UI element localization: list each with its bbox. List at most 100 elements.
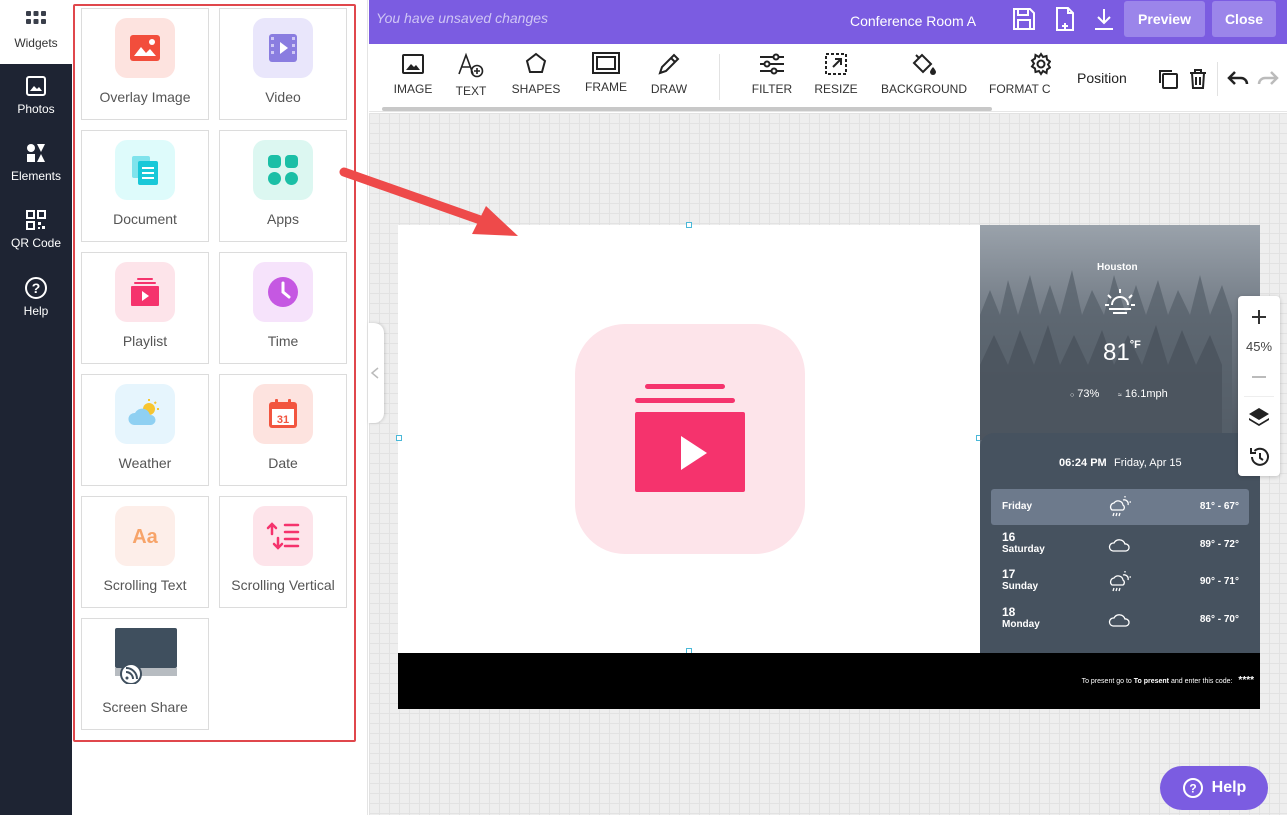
collapse-panel-handle[interactable] — [368, 323, 384, 423]
widget-label: Apps — [267, 211, 299, 227]
left-nav: Widgets Photos Elements QR Code ? Help — [0, 0, 72, 815]
tool-background[interactable]: BACKGROUND — [879, 52, 969, 96]
video-icon — [253, 18, 313, 78]
nav-item-widgets[interactable]: Widgets — [0, 0, 72, 64]
weather-background: Houston 81°F ○ 73% ≈ 16.1mph — [980, 225, 1260, 440]
save-as-icon[interactable] — [1052, 6, 1078, 32]
widget-label: Playlist — [122, 333, 168, 349]
selection-handle[interactable] — [396, 435, 402, 441]
svg-text:Aa: Aa — [132, 526, 158, 548]
selection-handle[interactable] — [686, 222, 692, 228]
current-date: Friday, Apr 15 — [1114, 457, 1182, 469]
image-icon — [402, 54, 424, 74]
widget-label: Scrolling Vertical — [231, 577, 335, 593]
tool-resize[interactable]: RESIZE — [813, 52, 859, 96]
layers-icon[interactable] — [1238, 406, 1280, 428]
widget-apps[interactable]: Apps — [219, 130, 347, 242]
tool-frame[interactable]: FRAME — [583, 52, 629, 94]
toolbar-scrollbar[interactable] — [382, 107, 992, 111]
paint-bucket-icon — [912, 53, 936, 75]
help-button[interactable]: ? Help — [1160, 766, 1268, 810]
grid-icon — [26, 11, 46, 24]
widget-scrolling-text[interactable]: Aa Scrolling Text — [81, 496, 209, 608]
preview-button[interactable]: Preview — [1124, 1, 1205, 37]
tool-label: DRAW — [650, 82, 688, 96]
forecast-row: 17 Sunday 90° - 71° — [991, 564, 1249, 600]
add-text-icon — [458, 52, 484, 78]
toolbar: IMAGE TEXT SHAPES FRAME DRAW FILTER RESI… — [369, 44, 1287, 112]
widget-document[interactable]: Document — [81, 130, 209, 242]
zoom-out-icon[interactable] — [1238, 368, 1280, 386]
forecast-date: 16 — [1002, 530, 1016, 544]
clock-icon — [253, 262, 313, 322]
screen-share-icon — [115, 628, 177, 684]
trash-icon[interactable] — [1188, 68, 1208, 90]
tool-format[interactable]: FORMAT C — [989, 52, 1051, 96]
nav-item-elements[interactable]: Elements — [0, 133, 72, 197]
weather-wind: ≈ 16.1mph — [1118, 388, 1168, 400]
widget-label: Scrolling Text — [103, 577, 187, 593]
screen-name[interactable]: Conference Room A — [850, 13, 976, 29]
weather-widget[interactable]: Houston 81°F ○ 73% ≈ 16.1mph 06:24 PM Fr… — [980, 225, 1260, 653]
widget-playlist[interactable]: Playlist — [81, 252, 209, 364]
forecast-date: 18 — [1002, 605, 1016, 619]
shapes-icon — [525, 52, 547, 73]
close-button[interactable]: Close — [1212, 1, 1276, 37]
forecast-card: 06:24 PM Friday, Apr 15 Friday 81° - 67°… — [980, 433, 1260, 653]
humidity-value: 73% — [1077, 388, 1100, 400]
tool-draw[interactable]: DRAW — [649, 52, 689, 96]
history-icon[interactable] — [1238, 446, 1280, 468]
nav-item-photos[interactable]: Photos — [0, 66, 72, 130]
pencil-icon — [658, 53, 680, 75]
widget-video[interactable]: Video — [219, 8, 347, 120]
undo-icon[interactable] — [1227, 70, 1249, 86]
forecast-day: Friday — [1002, 501, 1033, 512]
widget-date[interactable]: 31 Date — [219, 374, 347, 486]
nav-label: QR Code — [10, 236, 62, 250]
forecast-day: Saturday — [1002, 544, 1045, 555]
tool-label: FRAME — [585, 80, 627, 94]
nav-label: Help — [23, 304, 49, 318]
present-code: **** — [1238, 675, 1254, 686]
widget-time[interactable]: Time — [219, 252, 347, 364]
weather-city: Houston — [1097, 262, 1138, 273]
help-icon: ? — [25, 277, 47, 299]
download-icon[interactable] — [1091, 6, 1117, 32]
forecast-temp: 90° - 71° — [1199, 576, 1239, 587]
frame-icon — [592, 52, 620, 74]
tool-image[interactable]: IMAGE — [393, 52, 433, 96]
document-icon — [115, 140, 175, 200]
duplicate-icon[interactable] — [1157, 68, 1179, 90]
toolbar-divider — [719, 54, 720, 100]
widget-scrolling-vertical[interactable]: Scrolling Vertical — [219, 496, 347, 608]
zoom-level: 45% — [1245, 339, 1273, 354]
nav-item-help[interactable]: ? Help — [0, 268, 72, 332]
forest-image — [980, 270, 1232, 440]
humidity-icon: ○ — [1070, 392, 1075, 399]
zoom-in-icon[interactable] — [1238, 308, 1280, 326]
widget-weather[interactable]: Weather — [81, 374, 209, 486]
widget-screen-share[interactable]: Screen Share — [81, 618, 209, 730]
tool-shapes[interactable]: SHAPES — [511, 52, 561, 96]
qr-code-icon — [26, 210, 46, 230]
present-code-bar: To present go to To present and enter th… — [398, 653, 1260, 709]
position-button[interactable]: Position — [1077, 70, 1127, 86]
present-suffix: and enter this code: — [1170, 678, 1233, 685]
tool-filter[interactable]: FILTER — [751, 52, 793, 96]
weather-temperature: 81°F — [1103, 339, 1141, 367]
tool-label: TEXT — [455, 84, 487, 98]
nav-item-qr-code[interactable]: QR Code — [0, 200, 72, 264]
redo-icon[interactable] — [1257, 70, 1279, 86]
save-icon[interactable] — [1011, 6, 1037, 32]
sunrise-icon — [1105, 289, 1135, 314]
top-bar: You have unsaved changes Conference Room… — [369, 0, 1287, 44]
temperature-unit: °F — [1129, 339, 1141, 351]
playlist-widget-on-canvas[interactable] — [575, 324, 805, 554]
widget-overlay-image[interactable]: Overlay Image — [81, 8, 209, 120]
tool-label: BACKGROUND — [880, 82, 967, 96]
forecast-temp: 89° - 72° — [1199, 539, 1239, 550]
present-link: To present — [1133, 678, 1170, 685]
unsaved-changes-notice: You have unsaved changes — [376, 10, 549, 26]
tool-text[interactable]: TEXT — [455, 52, 487, 98]
widget-label: Document — [113, 211, 177, 227]
